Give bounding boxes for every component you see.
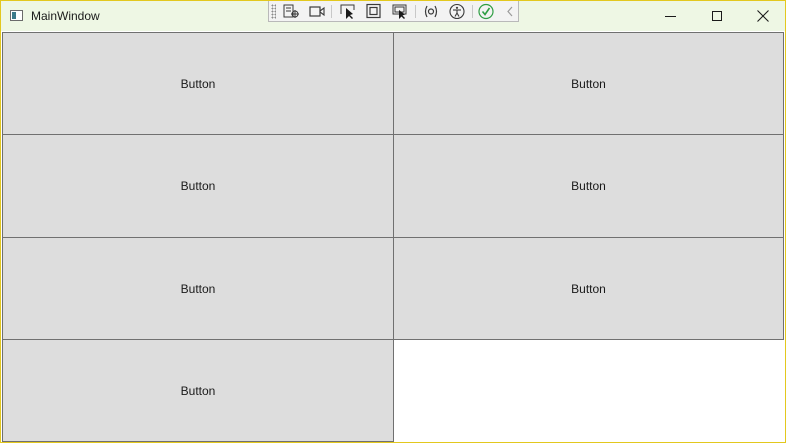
app-running-check-icon <box>478 3 494 20</box>
toolbar-grip-icon[interactable] <box>271 4 276 19</box>
grid-button-row3-col2[interactable]: Button <box>393 237 784 340</box>
maximize-icon <box>712 11 722 21</box>
button-label: Button <box>180 179 216 193</box>
window-content-grid: Button Button Button Button Button Butto… <box>2 32 784 442</box>
button-label: Button <box>180 76 216 91</box>
button-label: Button <box>180 281 216 296</box>
toolbar-separator <box>415 5 416 18</box>
title-bar[interactable]: MainWindow <box>1 1 785 31</box>
minimize-icon <box>665 16 676 17</box>
maximize-button[interactable] <box>694 1 740 31</box>
record-icon[interactable] <box>308 3 326 20</box>
window-title: MainWindow <box>31 9 100 23</box>
grid-button-row4-col1[interactable]: Button <box>2 339 394 442</box>
app-window-icon <box>10 10 23 21</box>
button-label: Button <box>571 179 606 193</box>
binding-failures-icon[interactable] <box>422 3 440 20</box>
select-in-tree-icon[interactable] <box>282 3 300 20</box>
grid-button-row3-col1[interactable]: Button <box>2 237 394 340</box>
close-button[interactable] <box>740 1 786 31</box>
grid-button-row2-col1[interactable]: Button <box>2 134 394 238</box>
grid-button-row1-col1[interactable]: Button <box>2 32 394 135</box>
display-layout-adorners-icon[interactable] <box>365 3 383 20</box>
toolbar-separator <box>331 5 332 18</box>
minimize-button[interactable] <box>648 1 694 31</box>
track-focused-element-icon[interactable] <box>391 3 409 20</box>
toolbar-separator <box>472 5 473 18</box>
close-icon <box>757 10 769 22</box>
collapse-toolbar-icon[interactable] <box>501 3 519 20</box>
accessibility-icon[interactable] <box>448 3 466 20</box>
grid-button-row2-col2[interactable]: Button <box>393 134 784 238</box>
button-label: Button <box>180 383 216 398</box>
main-window: MainWindow Button Button Button Button B… <box>0 0 786 443</box>
select-element-icon[interactable] <box>339 3 357 20</box>
runtime-debug-toolbar <box>268 1 519 22</box>
button-label: Button <box>571 281 606 296</box>
button-label: Button <box>571 76 606 91</box>
grid-button-row1-col2[interactable]: Button <box>393 32 784 135</box>
